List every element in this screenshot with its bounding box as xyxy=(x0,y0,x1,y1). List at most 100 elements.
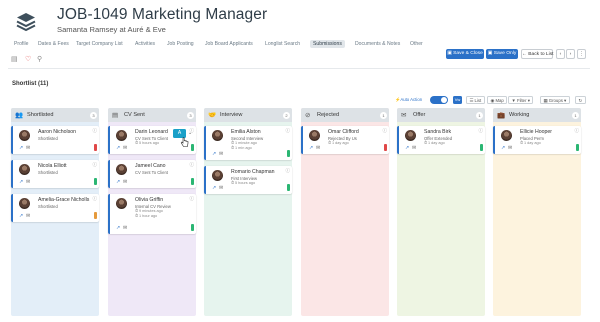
candidate-status: CV Sent To Client xyxy=(135,135,168,141)
tab-profile[interactable]: Profile xyxy=(11,40,31,48)
candidate-card[interactable]: ⓘ Emilia Alston Second Interview ⏱ 1 minute… xyxy=(204,126,292,160)
info-icon[interactable]: ⓘ xyxy=(190,196,195,202)
candidate-name[interactable]: Romario Chapman xyxy=(231,169,275,175)
email-icon[interactable]: ✉ xyxy=(26,179,30,185)
open-link-icon[interactable]: ↗ xyxy=(19,145,23,151)
candidate-card[interactable]: ⓘ Ellicie Hooper Placed Perm ⏱ 1 day ago ↗ ✉ xyxy=(493,126,581,154)
candidate-name[interactable]: Sandra Birk xyxy=(424,129,451,135)
candidate-name[interactable]: Nicola Elliott xyxy=(38,163,67,169)
pin-icon[interactable]: ⚲ xyxy=(37,55,42,63)
info-icon[interactable]: ⓘ xyxy=(383,128,388,134)
open-link-icon[interactable]: ↗ xyxy=(405,145,409,151)
email-icon[interactable]: ✉ xyxy=(123,179,127,185)
heart-icon[interactable]: ♡ xyxy=(25,55,31,63)
open-link-icon[interactable]: ↗ xyxy=(212,185,216,191)
candidate-card[interactable]: ⓘ Amelia-Grace Nicholls Shortlisted ↗ ✉ xyxy=(11,194,99,222)
candidate-name[interactable]: Omar Clifford xyxy=(328,129,359,135)
more-menu-button[interactable]: ⋮ xyxy=(577,49,586,59)
info-icon[interactable]: ⓘ xyxy=(479,128,484,134)
activity-time: ⏱ 1 minute ago xyxy=(231,141,257,145)
email-icon[interactable]: ✉ xyxy=(412,145,416,151)
candidate-card[interactable]: ⓘ Jameel Cano CV Sent To Client ↗ ✉ xyxy=(108,160,196,188)
tab-job-board-applicants[interactable]: Job Board Applicants xyxy=(202,40,256,48)
avatar xyxy=(19,130,30,141)
candidate-name[interactable]: Emilia Alston xyxy=(231,129,261,135)
open-link-icon[interactable]: ↗ xyxy=(116,179,120,185)
status-flag xyxy=(287,184,290,191)
back-to-list-button[interactable]: ← Back to List xyxy=(521,49,554,59)
open-link-icon[interactable]: ↗ xyxy=(501,145,505,151)
candidate-status: Internal CV Review xyxy=(135,203,171,209)
tab-target-company-list[interactable]: Target Company List xyxy=(73,40,126,48)
tab-documents-notes[interactable]: Documents & Notes xyxy=(352,40,403,48)
open-link-icon[interactable]: ↗ xyxy=(116,225,120,231)
view-toggle-button[interactable]: Vw xyxy=(453,96,462,104)
candidate-card[interactable]: ⓘ Olivia Griffin Internal CV Review ⏱ 9 min… xyxy=(108,194,196,234)
info-icon[interactable]: ⓘ xyxy=(190,162,195,168)
status-flag xyxy=(384,144,387,151)
open-link-icon[interactable]: ↗ xyxy=(19,213,23,219)
email-icon[interactable]: ✉ xyxy=(26,213,30,219)
email-icon[interactable]: ✉ xyxy=(26,145,30,151)
candidate-name[interactable]: Amelia-Grace Nicholls xyxy=(38,197,89,203)
candidate-name[interactable]: Jameel Cano xyxy=(135,163,166,169)
chevron-down-icon: ▾ xyxy=(562,98,567,103)
candidate-status: CV Sent To Client xyxy=(135,169,168,175)
activity-time: ⏱ 1 day ago xyxy=(424,141,445,145)
candidate-card[interactable]: ⓘ Omar Clifford Rejected By Us ⏱ 1 day ago ↗… xyxy=(301,126,389,154)
email-icon[interactable]: ✉ xyxy=(123,145,127,151)
refresh-button[interactable]: ↻ xyxy=(575,96,586,104)
open-link-icon[interactable]: ↗ xyxy=(116,145,120,151)
column-header: ⊘ Rejected 1 xyxy=(301,108,389,122)
file-icon: ▤ xyxy=(112,112,119,119)
open-link-icon[interactable]: ↗ xyxy=(212,151,216,157)
info-icon[interactable]: ⓘ xyxy=(575,128,580,134)
filter-button[interactable]: ▼ Filter ▾ xyxy=(508,96,534,104)
save-close-button[interactable]: ▣ Save & Close xyxy=(446,49,484,59)
candidate-card[interactable]: ⓘ Aaron Nicholson Shortlisted ↗ ✉ xyxy=(11,126,99,154)
activity-time-secondary: ⏱ 1 hour ago xyxy=(135,214,158,218)
info-icon[interactable]: ⓘ xyxy=(93,162,98,168)
candidate-card[interactable]: ⓘ Nicola Elliott Shortlisted ↗ ✉ xyxy=(11,160,99,188)
candidate-name[interactable]: Aaron Nicholson xyxy=(38,129,76,135)
save-only-button[interactable]: ▣ Save Only xyxy=(486,49,518,59)
avatar xyxy=(212,170,223,181)
candidate-name[interactable]: Ellicie Hooper xyxy=(520,129,552,135)
candidate-status: Placed Perm xyxy=(520,135,544,141)
tab-activities[interactable]: Activities xyxy=(132,40,158,48)
map-view-button[interactable]: ◉ Map xyxy=(487,96,508,104)
status-flag xyxy=(191,144,194,151)
candidate-status: First Interview xyxy=(231,175,258,181)
next-record-button[interactable]: › xyxy=(566,49,575,59)
candidate-card[interactable]: ⓘ Sandra Birk Offer Extended ⏱ 1 day ago ↗ ✉ xyxy=(397,126,485,154)
open-link-icon[interactable]: ↗ xyxy=(19,179,23,185)
info-icon[interactable]: ⓘ xyxy=(93,196,98,202)
candidate-name[interactable]: Darin Leonard xyxy=(135,129,168,135)
email-icon[interactable]: ✉ xyxy=(219,185,223,191)
email-icon[interactable]: ✉ xyxy=(508,145,512,151)
tab-other[interactable]: Other xyxy=(407,40,426,48)
tab-job-posting[interactable]: Job Posting xyxy=(164,40,197,48)
column-count-badge: 1 xyxy=(572,111,579,119)
tab-dates-fees[interactable]: Dates & Fees xyxy=(35,40,72,48)
email-icon[interactable]: ✉ xyxy=(316,145,320,151)
candidate-card[interactable]: ⓘ Romario Chapman First Interview ⏱ 5 hours… xyxy=(204,166,292,194)
auto-action-toggle[interactable] xyxy=(430,96,448,104)
info-icon[interactable]: ⓘ xyxy=(93,128,98,134)
candidate-status: Offer Extended xyxy=(424,135,453,141)
tab-submissions[interactable]: Submissions xyxy=(310,40,345,48)
candidate-name[interactable]: Olivia Griffin xyxy=(135,197,163,203)
info-icon[interactable]: ⓘ xyxy=(286,128,291,134)
groups-button[interactable]: ▦ Groups ▾ xyxy=(540,96,570,104)
sidebar-toggle-icon[interactable]: ▤ xyxy=(11,55,18,63)
status-flag xyxy=(480,144,483,151)
open-link-icon[interactable]: ↗ xyxy=(309,145,313,151)
email-icon[interactable]: ✉ xyxy=(219,151,223,157)
card-menu-chevron-icon[interactable]: ⌄ xyxy=(188,130,192,136)
prev-record-button[interactable]: ‹ xyxy=(556,49,565,59)
tab-longlist-search[interactable]: Longlist Search xyxy=(262,40,303,48)
email-icon[interactable]: ✉ xyxy=(123,225,127,231)
info-icon[interactable]: ⓘ xyxy=(286,168,291,174)
status-flag xyxy=(287,150,290,157)
list-view-button[interactable]: ☰ List xyxy=(466,96,485,104)
